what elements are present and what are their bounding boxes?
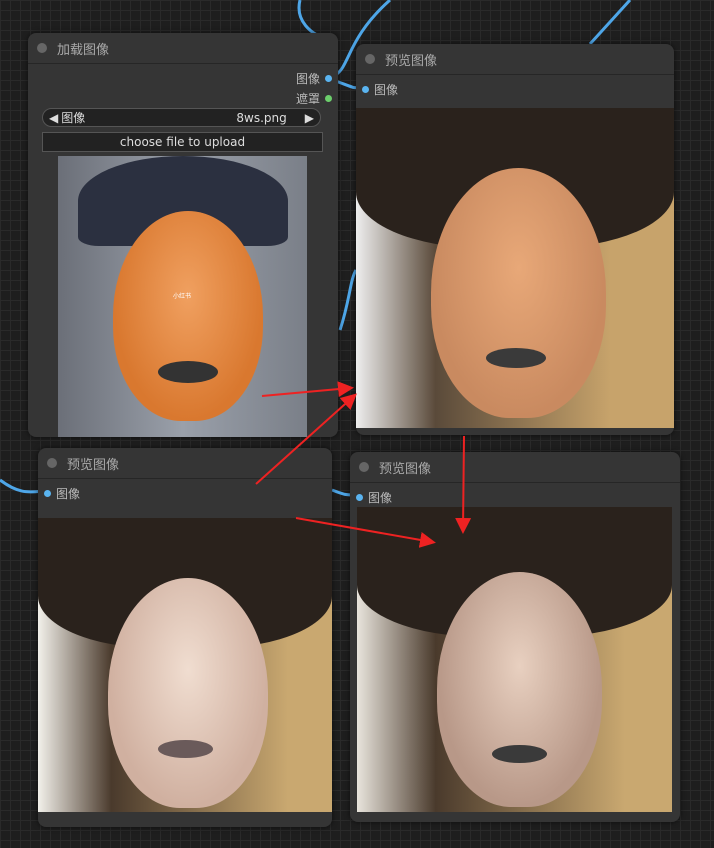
collapse-dot[interactable] bbox=[37, 43, 47, 53]
input-image[interactable]: 图像 bbox=[362, 81, 398, 98]
preview-node-3[interactable]: 预览图像 图像 bbox=[350, 452, 680, 822]
slot-dot[interactable] bbox=[325, 75, 332, 82]
wire-mid bbox=[338, 269, 358, 331]
input-image[interactable]: 图像 bbox=[44, 485, 80, 502]
node-title: 预览图像 bbox=[379, 461, 432, 477]
node-title: 预览图像 bbox=[67, 457, 120, 473]
lips bbox=[158, 740, 213, 758]
node-header[interactable]: 加载图像 bbox=[28, 33, 338, 64]
combo-value: 8ws.png bbox=[236, 110, 287, 125]
face bbox=[108, 578, 268, 808]
slot-dot[interactable] bbox=[325, 95, 332, 102]
slot-dot[interactable] bbox=[44, 490, 51, 497]
preview-image bbox=[38, 518, 332, 812]
node-header[interactable]: 预览图像 bbox=[356, 44, 674, 75]
node-header[interactable]: 预览图像 bbox=[38, 448, 332, 479]
loaded-image: 小红书 bbox=[58, 156, 307, 437]
slot-label: 遮罩 bbox=[295, 92, 320, 106]
image-combo[interactable]: ◀ 图像 8ws.png ▶ bbox=[42, 108, 321, 127]
input-image[interactable]: 图像 bbox=[356, 489, 392, 506]
combo-label: 图像 bbox=[61, 111, 86, 125]
arrow-right-icon[interactable]: ▶ bbox=[305, 111, 314, 125]
preview-node-1[interactable]: 预览图像 图像 bbox=[356, 44, 674, 435]
face bbox=[437, 572, 602, 807]
lips bbox=[158, 361, 218, 383]
collapse-dot[interactable] bbox=[359, 462, 369, 472]
slot-dot[interactable] bbox=[356, 494, 363, 501]
slot-label: 图像 bbox=[295, 72, 320, 86]
wire-top-right bbox=[588, 0, 632, 46]
upload-button[interactable]: choose file to upload bbox=[42, 132, 323, 152]
collapse-dot[interactable] bbox=[47, 458, 57, 468]
face bbox=[113, 211, 263, 421]
watermark: 小红书 bbox=[173, 293, 192, 300]
arrow-left-icon[interactable]: ◀ bbox=[49, 111, 58, 125]
preview-image bbox=[357, 507, 672, 812]
preview-node-2[interactable]: 预览图像 图像 bbox=[38, 448, 332, 827]
node-title: 预览图像 bbox=[385, 53, 438, 69]
lips bbox=[492, 745, 547, 763]
slot-label: 图像 bbox=[368, 491, 393, 505]
face bbox=[431, 168, 606, 418]
slot-label: 图像 bbox=[56, 487, 81, 501]
node-header[interactable]: 预览图像 bbox=[350, 452, 680, 483]
collapse-dot[interactable] bbox=[365, 54, 375, 64]
lips bbox=[486, 348, 546, 368]
load-image-node[interactable]: 加载图像 图像 遮罩 ◀ 图像 8ws.png ▶ choose file to… bbox=[28, 33, 338, 437]
output-image[interactable]: 图像 bbox=[296, 70, 332, 87]
node-title: 加载图像 bbox=[57, 42, 110, 58]
preview-image bbox=[356, 108, 674, 428]
output-mask[interactable]: 遮罩 bbox=[296, 90, 332, 107]
slot-label: 图像 bbox=[374, 83, 399, 97]
slot-dot[interactable] bbox=[362, 86, 369, 93]
